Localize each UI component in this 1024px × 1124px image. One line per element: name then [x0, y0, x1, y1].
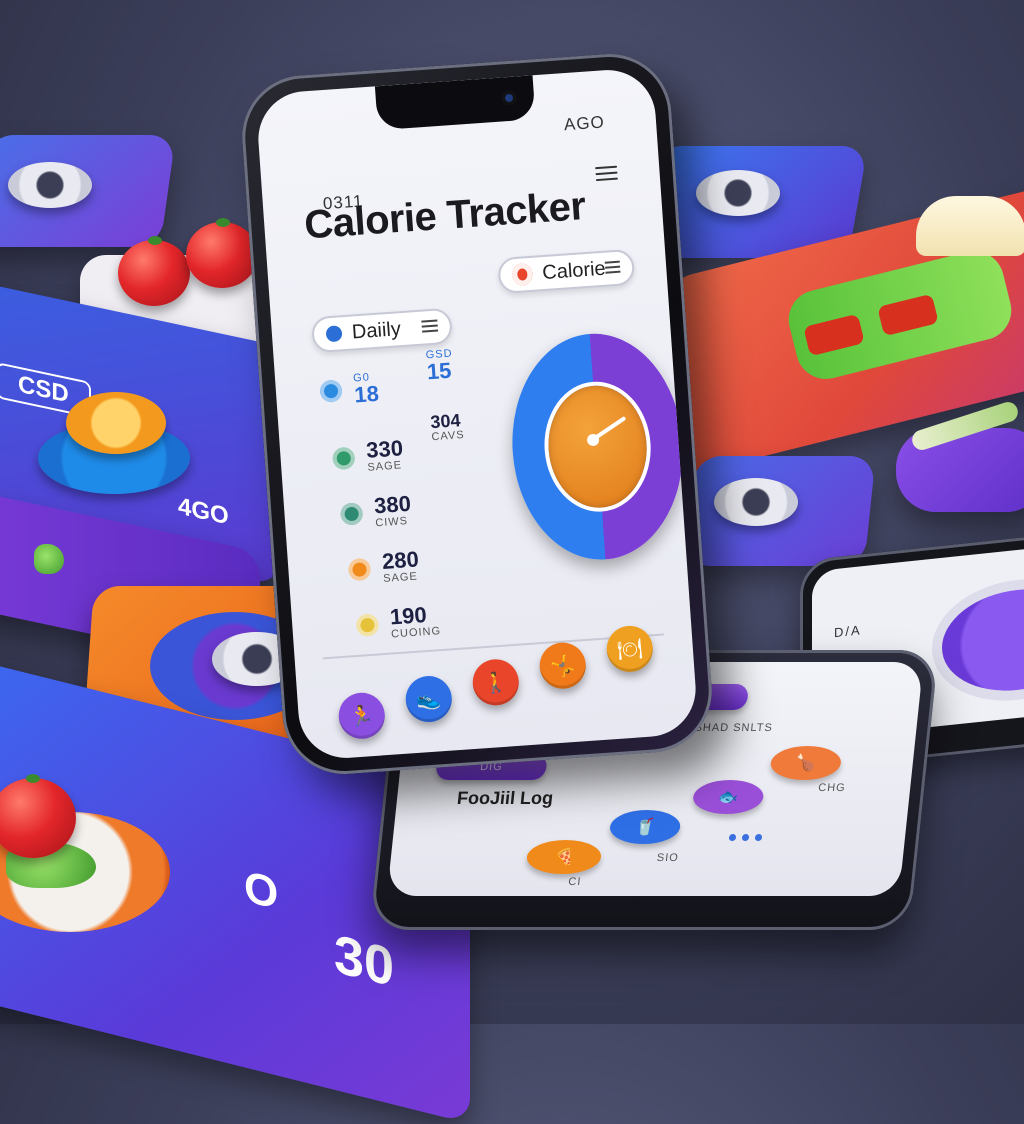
page-dot[interactable]: [754, 834, 763, 841]
page-dot[interactable]: [741, 834, 750, 841]
sandwich-icon: [916, 196, 1024, 256]
fish-food-button[interactable]: 🐟: [691, 780, 766, 814]
stat-top-left-value: 18: [353, 380, 380, 408]
walk-button[interactable]: 🚶: [471, 657, 521, 707]
daily-menu-icon: [421, 319, 439, 335]
stat-sub: CUOING: [390, 625, 442, 641]
bottom-circle: O: [244, 861, 279, 920]
tomato-icon: [118, 236, 190, 306]
caption-2: SIO: [656, 852, 680, 864]
stat-row-2: 380 CIWS: [339, 490, 413, 532]
main-phone: 0311 AGO Calorie Tracker Calorie Daiily …: [238, 49, 716, 779]
status-right: AGO: [563, 112, 606, 135]
caption-3: CHG: [817, 782, 847, 794]
camera-icon: [501, 90, 517, 106]
stat-mid-value: 304: [429, 410, 462, 433]
menu-icon[interactable]: [595, 165, 618, 183]
stat-top-right-value: 15: [426, 357, 453, 385]
right-phone-label: D/A: [834, 622, 862, 641]
main-phone-screen: 0311 AGO Calorie Tracker Calorie Daiily …: [255, 66, 699, 762]
stat-sub: SAGE: [367, 459, 403, 474]
stat-row-1: 330 SAGE: [332, 435, 405, 476]
stretch-icon: 🤸: [549, 654, 576, 678]
orange-slice-icon: [66, 392, 166, 454]
knob-icon: [714, 478, 798, 526]
knob-icon: [8, 162, 92, 208]
run-button[interactable]: 🏃: [337, 691, 387, 741]
heart-food-button[interactable]: 🍗: [769, 746, 843, 780]
purple-disc: [942, 582, 1024, 698]
tomato-icon: [186, 218, 258, 288]
stat-sub: SAGE: [382, 570, 419, 585]
stat-value: 280: [381, 546, 420, 574]
knob-icon: [696, 170, 780, 216]
gauge-dial: [544, 382, 651, 511]
caption-1: CI: [567, 876, 582, 888]
stat-sub: CIWS: [374, 515, 409, 530]
stat-value: 380: [373, 490, 412, 519]
daily-tab[interactable]: Daiily: [310, 307, 454, 354]
shoe-icon: 👟: [415, 687, 442, 712]
calorie-tab[interactable]: Calorie: [497, 248, 636, 295]
drink-food-button[interactable]: 🥤: [608, 810, 682, 844]
slice-food-button[interactable]: 🍕: [525, 840, 603, 874]
yellow-circle-icon: [355, 613, 380, 637]
meal-button[interactable]: 🍽: [605, 624, 655, 674]
daily-icon: [325, 325, 343, 343]
stat-row-3: 280 SAGE: [347, 546, 420, 587]
orange-circle-icon: [347, 557, 372, 582]
stat-row-4: 190 CUOING: [355, 602, 442, 643]
stat-mid-sub: CAVS: [431, 428, 465, 444]
stat-mid: 304 CAVS: [429, 410, 465, 444]
page-indicator[interactable]: [728, 834, 763, 841]
stat-value: 330: [365, 435, 404, 463]
gauge-hub: [586, 433, 600, 447]
daily-tab-label: Daiily: [351, 317, 402, 343]
calorie-tab-label: Calorie: [541, 257, 607, 284]
stat-top-left: G0 18: [319, 371, 380, 409]
stat-top-right: GSD 15: [425, 348, 454, 385]
small-line: SHAD SNLTS: [693, 722, 774, 734]
page-dot[interactable]: [728, 834, 737, 841]
notch: [374, 75, 536, 131]
green-circle-icon: [339, 502, 364, 526]
food-log-title: FooJiil Log: [456, 788, 555, 808]
run-icon: 🏃: [348, 704, 375, 729]
calorie-icon: [511, 262, 534, 287]
walk-icon: 🚶: [482, 671, 509, 695]
meal-icon: 🍽: [616, 637, 644, 662]
calorie-gauge[interactable]: [504, 328, 691, 566]
shoe-button[interactable]: 👟: [404, 674, 454, 724]
broccoli-icon: [34, 544, 64, 574]
stretch-button[interactable]: 🤸: [538, 641, 588, 691]
blue-circle-icon: [319, 379, 343, 403]
green-leaf-icon: [332, 446, 356, 471]
calorie-menu-icon: [605, 260, 621, 276]
